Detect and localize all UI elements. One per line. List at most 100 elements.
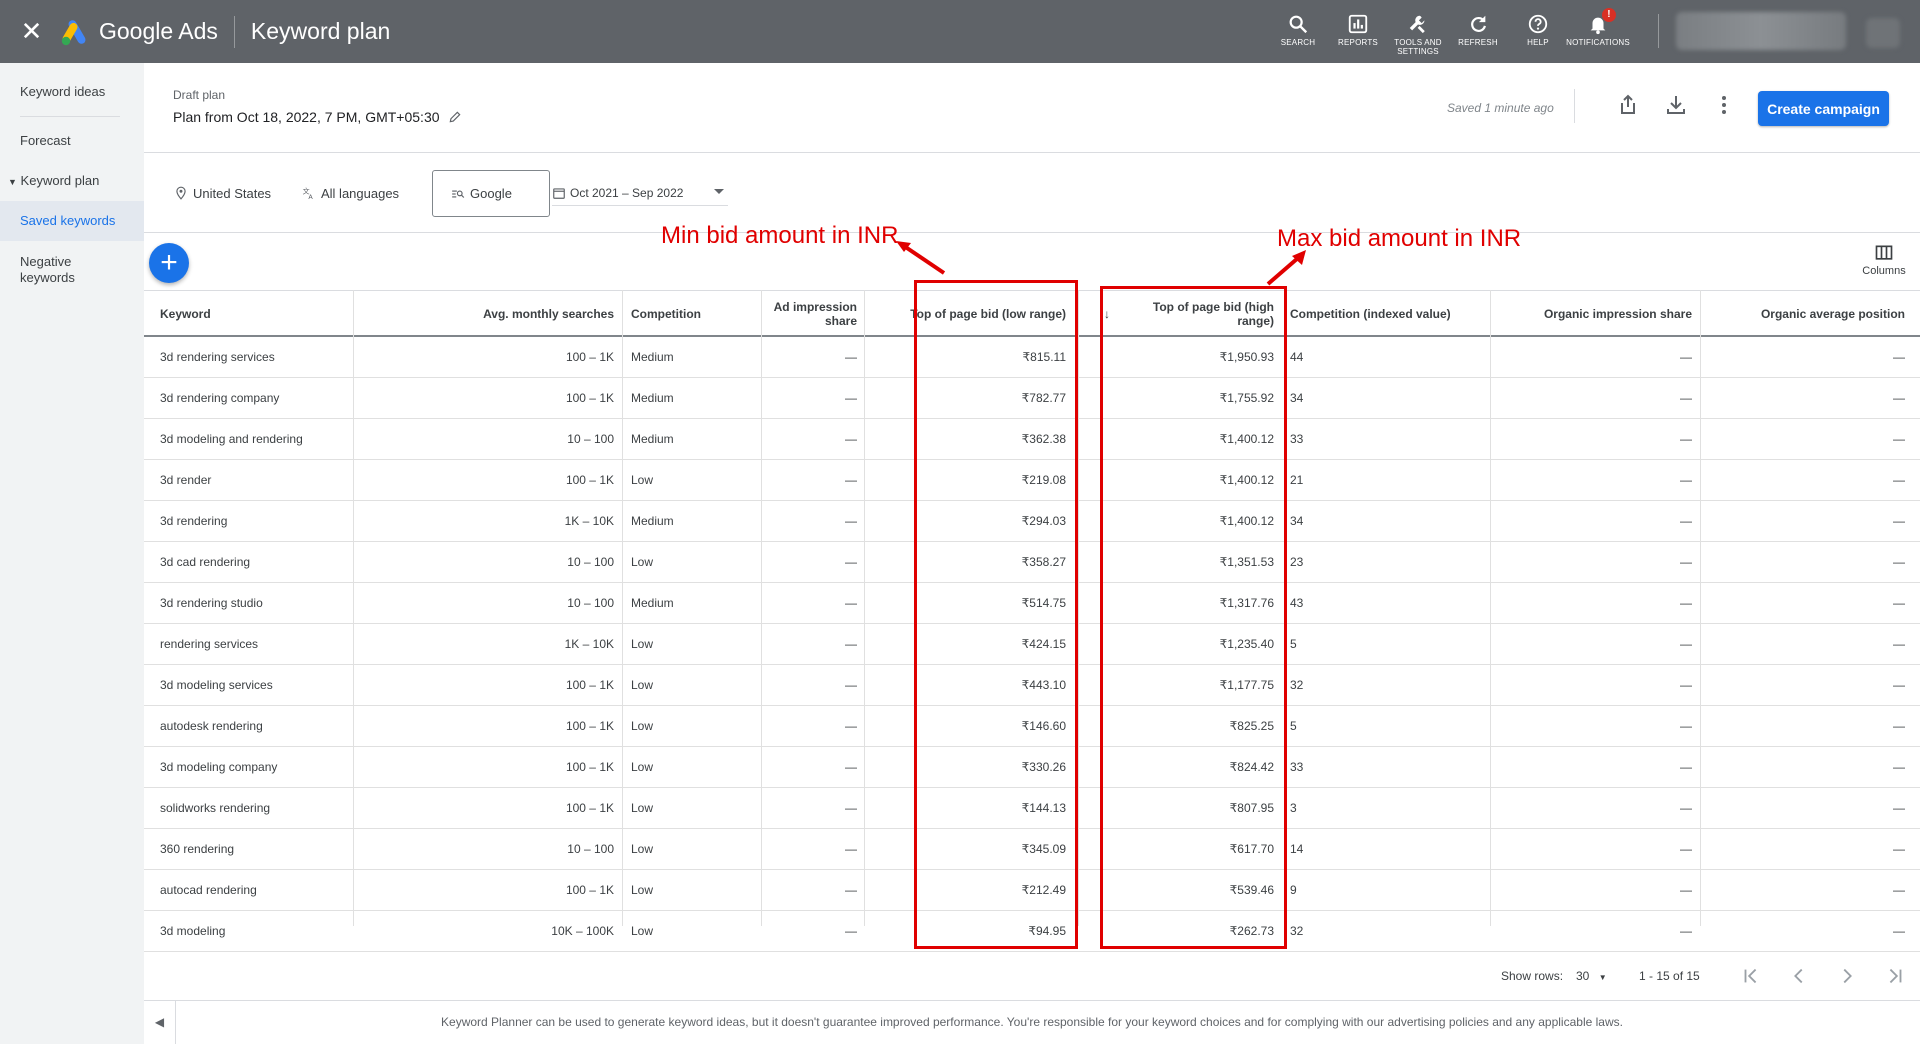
search-network-icon <box>452 190 465 198</box>
saved-status: Saved 1 minute ago <box>1447 101 1554 115</box>
location-filter[interactable]: United States <box>174 153 271 233</box>
last-page-icon[interactable] <box>1884 965 1906 987</box>
cell-avg-monthly-searches: 100 – 1K <box>565 719 614 733</box>
dropdown-caret-icon <box>714 189 724 194</box>
cell-ad-impression-share: — <box>845 842 857 856</box>
col-header-organic-avg-position[interactable]: Organic average position <box>1709 291 1905 336</box>
language-filter[interactable]: 文A All languages <box>302 153 399 233</box>
min-bid-highlight-box <box>914 280 1078 949</box>
plus-icon: + <box>160 246 178 279</box>
cell-competition: Low <box>631 637 654 651</box>
sidebar-item-negative-keywords[interactable]: Negative keywords <box>0 254 110 286</box>
col-header-competition-indexed[interactable]: Competition (indexed value) <box>1290 291 1490 336</box>
sidebar-item-saved-keywords[interactable]: Saved keywords <box>0 201 144 241</box>
disclaimer-bar: Keyword Planner can be used to generate … <box>144 1000 1920 1044</box>
max-bid-highlight-box <box>1100 286 1287 949</box>
help-button[interactable]: HELP <box>1508 0 1568 63</box>
search-tool-button[interactable]: SEARCH <box>1268 0 1328 63</box>
create-campaign-button[interactable]: Create campaign <box>1758 91 1889 126</box>
cell-avg-monthly-searches: 100 – 1K <box>565 801 614 815</box>
cell-organic-avg-position: — <box>1893 473 1905 487</box>
cell-ad-impression-share: — <box>845 924 857 938</box>
cell-ad-impression-share: — <box>845 801 857 815</box>
cell-avg-monthly-searches: 100 – 1K <box>565 473 614 487</box>
cell-keyword: 3d rendering <box>160 514 228 528</box>
annotation-arrow-icon <box>1266 250 1306 286</box>
col-header-competition[interactable]: Competition <box>631 291 751 336</box>
cell-competition: Medium <box>631 514 674 528</box>
sidebar: Keyword ideas Forecast ▼ Keyword plan Sa… <box>0 63 144 1044</box>
cell-keyword: 3d modeling and rendering <box>160 432 303 446</box>
cell-organic-impression-share: — <box>1680 842 1692 856</box>
add-keywords-button[interactable]: + <box>149 243 189 283</box>
cell-organic-avg-position: — <box>1893 432 1905 446</box>
cell-keyword: 360 rendering <box>160 842 235 856</box>
sidebar-item-keyword-plan[interactable]: ▼ Keyword plan <box>0 173 144 190</box>
edit-pencil-icon[interactable] <box>448 110 462 124</box>
sidebar-item-keyword-ideas[interactable]: Keyword ideas <box>0 84 144 100</box>
close-icon[interactable]: ✕ <box>0 0 63 63</box>
refresh-icon <box>1471 15 1486 32</box>
translate-icon: 文A <box>303 187 314 200</box>
cell-avg-monthly-searches: 10K – 100K <box>551 924 614 938</box>
cell-competition: Low <box>631 678 654 692</box>
cell-organic-avg-position: — <box>1893 924 1905 938</box>
cell-competition: Low <box>631 473 654 487</box>
cell-organic-avg-position: — <box>1893 719 1905 733</box>
brand-name: Google Ads <box>99 18 218 44</box>
sidebar-item-forecast[interactable]: Forecast <box>0 133 144 149</box>
filter-bar: United States 文A All languages Google Oc… <box>144 153 1920 233</box>
col-header-avg-monthly-searches[interactable]: Avg. monthly searches <box>354 291 614 336</box>
cell-avg-monthly-searches: 1K – 10K <box>564 637 614 651</box>
reports-tool-button[interactable]: REPORTS <box>1328 0 1388 63</box>
network-filter[interactable]: Google <box>432 170 550 217</box>
cell-organic-avg-position: — <box>1893 514 1905 528</box>
cell-organic-impression-share: — <box>1680 473 1692 487</box>
more-vert-icon[interactable] <box>1712 93 1736 117</box>
cell-competition-indexed: 5 <box>1290 719 1297 733</box>
col-header-keyword[interactable]: Keyword <box>160 291 340 336</box>
avatar[interactable] <box>1866 18 1900 48</box>
cell-avg-monthly-searches: 10 – 100 <box>567 596 614 610</box>
download-icon[interactable] <box>1664 93 1688 117</box>
rows-per-page-select[interactable]: 30 ▼ <box>1576 969 1607 983</box>
plan-name: Plan from Oct 18, 2022, 7 PM, GMT+05:30 <box>173 109 462 125</box>
cell-organic-impression-share: — <box>1680 637 1692 651</box>
plan-header: Draft plan Plan from Oct 18, 2022, 7 PM,… <box>144 63 1920 153</box>
cell-ad-impression-share: — <box>845 473 857 487</box>
notifications-button[interactable]: ! NOTIFICATIONS <box>1566 0 1630 63</box>
prev-page-icon[interactable] <box>1788 965 1810 987</box>
cell-ad-impression-share: — <box>845 391 857 405</box>
dropdown-caret-icon: ▼ <box>1598 973 1607 982</box>
cell-organic-impression-share: — <box>1680 801 1692 815</box>
cell-organic-impression-share: — <box>1680 514 1692 528</box>
reports-icon <box>1348 14 1368 34</box>
columns-icon <box>1875 245 1893 260</box>
collapse-sidebar-button[interactable]: ◀ <box>144 1000 176 1044</box>
cell-organic-impression-share: — <box>1680 596 1692 610</box>
pagination-bar: Show rows: 30 ▼ 1 - 15 of 15 <box>144 953 1920 999</box>
show-rows-label: Show rows: <box>1501 969 1564 983</box>
refresh-button[interactable]: REFRESH <box>1448 0 1508 63</box>
cell-competition: Low <box>631 883 654 897</box>
col-header-organic-impression-share[interactable]: Organic impression share <box>1499 291 1692 336</box>
col-header-ad-impression-share[interactable]: Ad impression share <box>764 291 857 336</box>
cell-organic-avg-position: — <box>1893 391 1905 405</box>
columns-button[interactable]: Columns <box>1854 243 1914 287</box>
cell-keyword: 3d render <box>160 473 212 487</box>
first-page-icon[interactable] <box>1740 965 1762 987</box>
cell-organic-impression-share: — <box>1680 760 1692 774</box>
account-info-redacted[interactable] <box>1676 12 1846 50</box>
cell-competition: Medium <box>631 350 674 364</box>
tools-settings-button[interactable]: TOOLS AND SETTINGS <box>1388 0 1448 63</box>
cell-competition: Low <box>631 555 654 569</box>
calendar-icon <box>553 187 565 199</box>
cell-competition-indexed: 23 <box>1290 555 1304 569</box>
page-range: 1 - 15 of 15 <box>1639 969 1700 983</box>
cell-organic-avg-position: — <box>1893 883 1905 897</box>
cell-avg-monthly-searches: 100 – 1K <box>565 760 614 774</box>
share-icon[interactable] <box>1616 93 1640 117</box>
date-range-selector[interactable]: Oct 2021 – Sep 2022 <box>552 180 728 206</box>
page-title: Keyword plan <box>250 18 391 44</box>
next-page-icon[interactable] <box>1836 965 1858 987</box>
